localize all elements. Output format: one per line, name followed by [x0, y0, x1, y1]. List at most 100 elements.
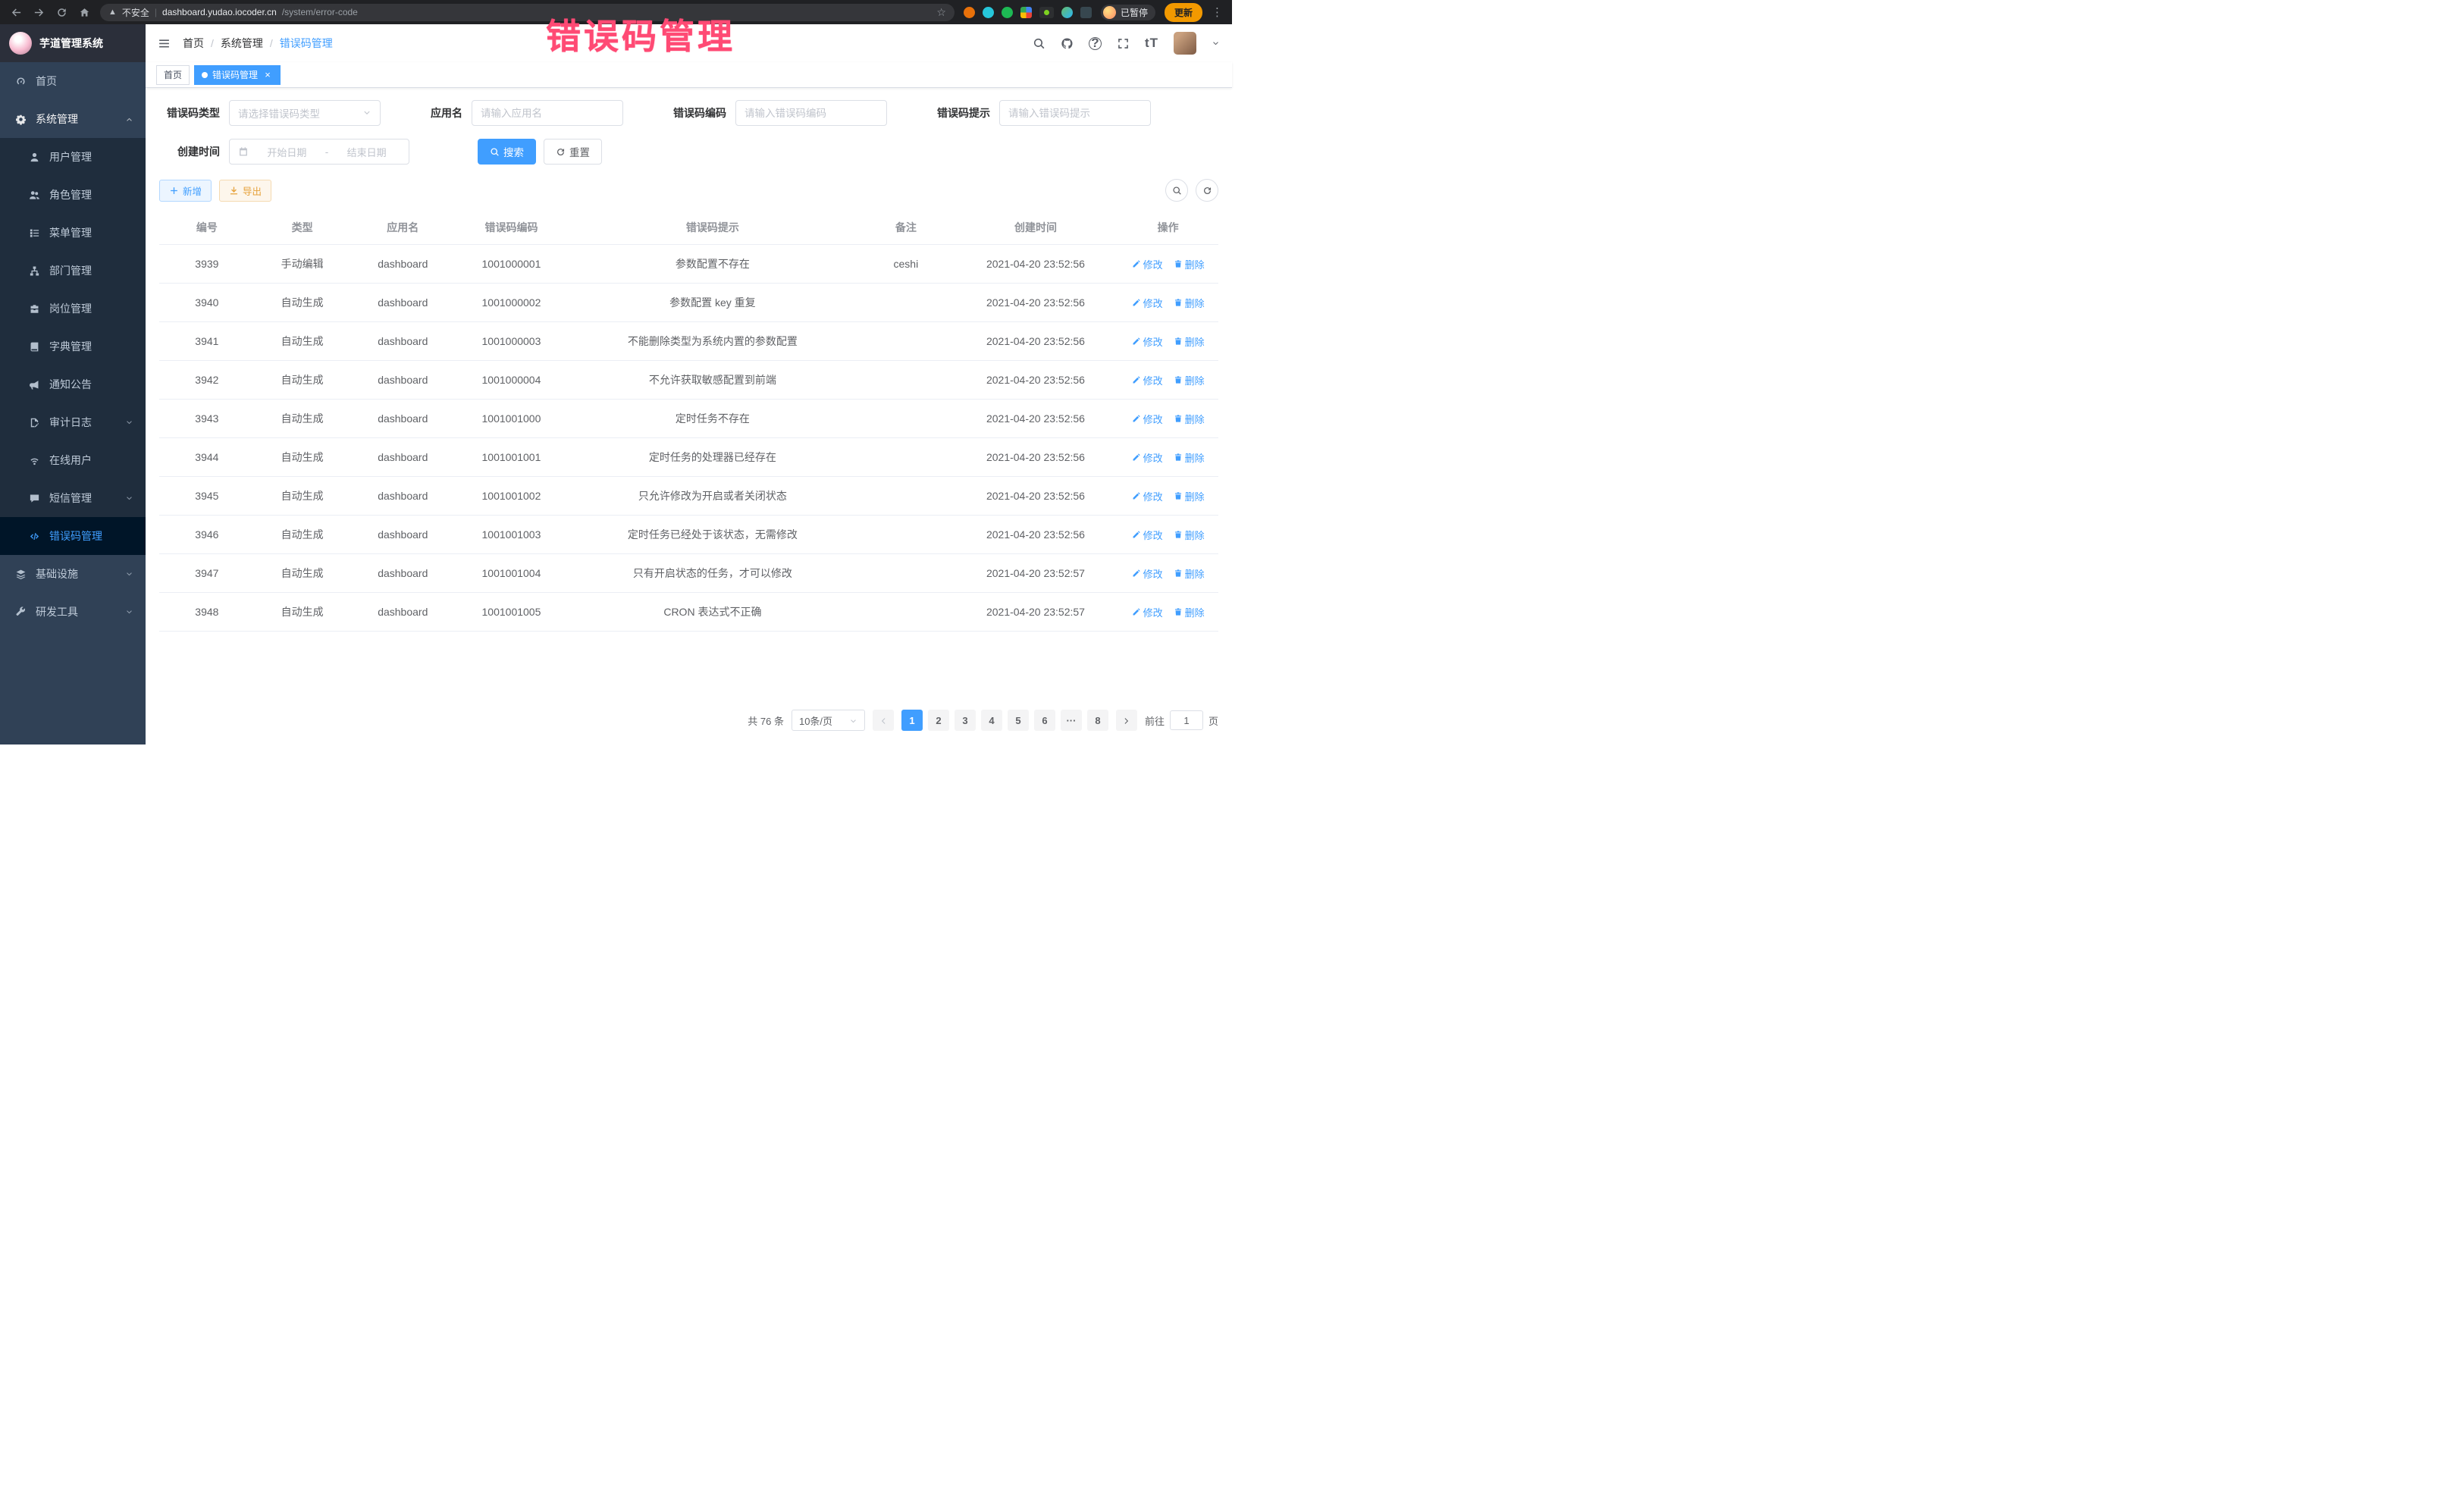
browser-back-icon[interactable] [9, 5, 23, 19]
search-icon[interactable] [1033, 37, 1045, 50]
cell-app: dashboard [350, 322, 456, 361]
browser-update-button[interactable]: 更新 [1165, 3, 1202, 22]
page-size-select[interactable]: 10条/页 [792, 710, 865, 731]
edit-link[interactable]: 修改 [1132, 412, 1163, 426]
delete-link[interactable]: 删除 [1174, 412, 1205, 426]
sidebar-item-notice[interactable]: 通知公告 [0, 365, 146, 403]
sidebar-item-infra[interactable]: 基础设施 [0, 555, 146, 593]
github-icon[interactable] [1061, 37, 1074, 50]
pager-page-4[interactable]: 4 [981, 710, 1002, 731]
hamburger-icon[interactable] [158, 37, 171, 50]
edit-link[interactable]: 修改 [1132, 334, 1163, 349]
user-menu-caret-icon[interactable] [1212, 39, 1220, 48]
toggle-search-button[interactable] [1165, 179, 1188, 202]
extension-icon[interactable] [983, 7, 994, 18]
search-button[interactable]: 搜索 [478, 139, 536, 165]
edit-link[interactable]: 修改 [1132, 296, 1163, 310]
edit-link[interactable]: 修改 [1132, 528, 1163, 542]
arrow-right-icon [33, 7, 45, 18]
tab-error-code[interactable]: 错误码管理× [194, 65, 281, 85]
edit-link[interactable]: 修改 [1132, 566, 1163, 581]
cell-type: 自动生成 [255, 400, 350, 438]
delete-link[interactable]: 删除 [1174, 257, 1205, 271]
sidebar-item-dev-tools[interactable]: 研发工具 [0, 593, 146, 631]
edit-link[interactable]: 修改 [1132, 489, 1163, 503]
sidebar-item-sms[interactable]: 短信管理 [0, 479, 146, 517]
pager-page-5[interactable]: 5 [1008, 710, 1029, 731]
extension-icon[interactable] [1061, 7, 1073, 18]
sidebar-item-audit-log[interactable]: 审计日志 [0, 403, 146, 441]
sidebar-item-online-user[interactable]: 在线用户 [0, 441, 146, 479]
sidebar-item-system[interactable]: 系统管理 [0, 100, 146, 138]
font-size-icon[interactable]: tT [1145, 36, 1158, 51]
delete-link[interactable]: 删除 [1174, 566, 1205, 581]
goto-page-input[interactable] [1170, 710, 1203, 730]
create-time-range-picker[interactable]: 开始日期 - 结束日期 [229, 139, 409, 165]
pager-page-6[interactable]: 6 [1034, 710, 1055, 731]
help-icon[interactable]: ? [1089, 37, 1102, 50]
bookmark-star-icon[interactable]: ☆ [936, 6, 946, 19]
sidebar-item-user[interactable]: 用户管理 [0, 138, 146, 176]
edit-link[interactable]: 修改 [1132, 605, 1163, 619]
delete-link[interactable]: 删除 [1174, 373, 1205, 387]
cell-code: 1001001002 [456, 477, 567, 516]
pager-page-2[interactable]: 2 [928, 710, 949, 731]
browser-profile-chip[interactable]: 已暂停 [1101, 5, 1155, 20]
browser-home-icon[interactable] [77, 5, 91, 19]
extension-icon[interactable] [1020, 7, 1032, 18]
edit-link[interactable]: 修改 [1132, 257, 1163, 271]
browser-menu-icon[interactable]: ⋮ [1212, 5, 1223, 19]
sidebar-item-error-code[interactable]: 错误码管理 [0, 517, 146, 555]
error-type-select[interactable]: 请选择错误码类型 [229, 100, 381, 126]
address-bar[interactable]: ▲ 不安全 | dashboard.yudao.iocoder.cn /syst… [100, 4, 955, 21]
cell-type: 自动生成 [255, 593, 350, 632]
trash-icon [1174, 453, 1183, 462]
sidebar-item-dept[interactable]: 部门管理 [0, 252, 146, 290]
extension-icon[interactable] [964, 7, 975, 18]
delete-link[interactable]: 删除 [1174, 334, 1205, 349]
export-button[interactable]: 导出 [219, 180, 271, 202]
edit-link[interactable]: 修改 [1132, 450, 1163, 465]
extension-icon[interactable] [1039, 7, 1054, 18]
error-message-input[interactable] [1008, 108, 1142, 119]
pager-more[interactable]: ··· [1061, 710, 1082, 731]
breadcrumb-item[interactable]: 首页 [183, 36, 204, 51]
cell-message: CRON 表达式不正确 [567, 593, 858, 632]
edit-link[interactable]: 修改 [1132, 373, 1163, 387]
trash-icon [1174, 530, 1183, 539]
pager-page-8[interactable]: 8 [1087, 710, 1108, 731]
error-code-input[interactable] [745, 108, 878, 119]
book-icon [29, 341, 40, 353]
sidebar-item-menu[interactable]: 菜单管理 [0, 214, 146, 252]
sidebar-item-dict[interactable]: 字典管理 [0, 328, 146, 365]
sidebar-item-post[interactable]: 岗位管理 [0, 290, 146, 328]
delete-link[interactable]: 删除 [1174, 528, 1205, 542]
breadcrumb-item[interactable]: 系统管理 [221, 36, 263, 51]
tab-home[interactable]: 首页 [156, 65, 190, 85]
pager-prev[interactable] [873, 710, 894, 731]
browser-forward-icon[interactable] [32, 5, 45, 19]
user-avatar[interactable] [1174, 32, 1196, 55]
logo[interactable]: 芋道管理系统 [0, 24, 146, 62]
app-name-input[interactable] [481, 108, 614, 119]
pager-next[interactable] [1116, 710, 1137, 731]
delete-link[interactable]: 删除 [1174, 605, 1205, 619]
refresh-table-button[interactable] [1196, 179, 1218, 202]
add-button[interactable]: 新增 [159, 180, 212, 202]
calendar-icon [238, 146, 249, 157]
extensions-puzzle-icon[interactable] [1080, 7, 1092, 18]
tab-close-icon[interactable]: × [262, 70, 273, 80]
sidebar-item-home[interactable]: 首页 [0, 62, 146, 100]
extension-icon[interactable] [1002, 7, 1013, 18]
pager-page-1[interactable]: 1 [901, 710, 923, 731]
sidebar-item-role[interactable]: 角色管理 [0, 176, 146, 214]
delete-link[interactable]: 删除 [1174, 296, 1205, 310]
delete-link[interactable]: 删除 [1174, 450, 1205, 465]
fullscreen-icon[interactable] [1117, 37, 1130, 50]
reset-button[interactable]: 重置 [544, 139, 602, 165]
delete-link[interactable]: 删除 [1174, 489, 1205, 503]
browser-reload-icon[interactable] [55, 5, 68, 19]
cell-message: 只允许修改为开启或者关闭状态 [567, 477, 858, 516]
chevron-down-icon [1212, 39, 1220, 48]
pager-page-3[interactable]: 3 [955, 710, 976, 731]
